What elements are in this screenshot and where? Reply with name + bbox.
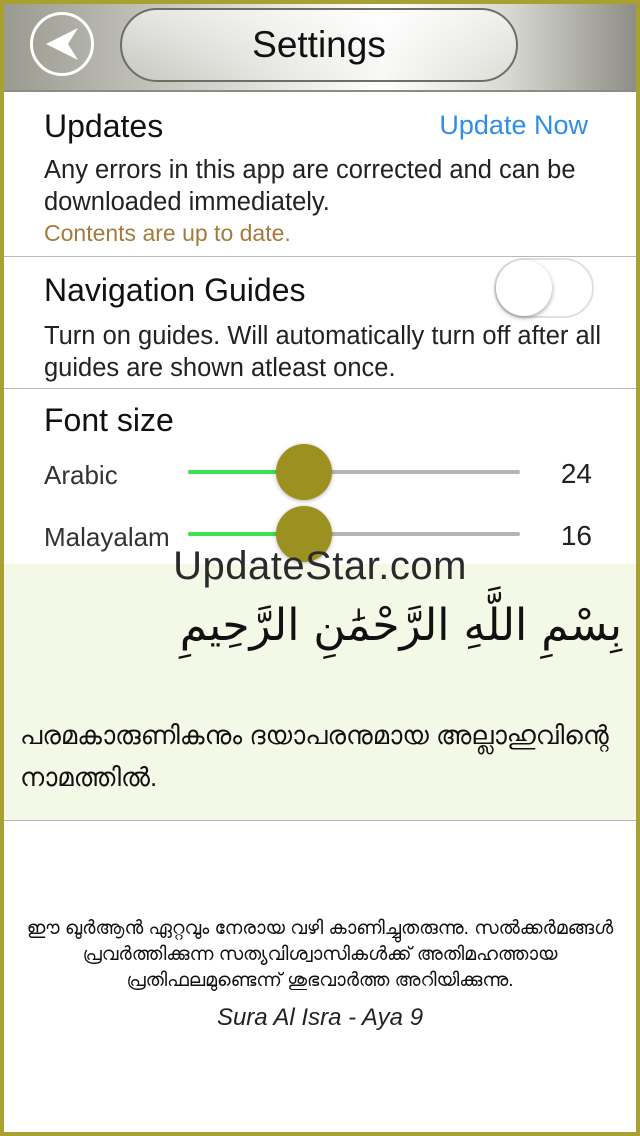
- font-size-title: Font size: [44, 402, 174, 438]
- updates-status: Contents are up to date.: [44, 220, 291, 246]
- page-title: Settings: [252, 24, 386, 65]
- malayalam-font-slider[interactable]: [188, 506, 520, 562]
- arabic-font-slider[interactable]: [188, 444, 520, 500]
- arabic-slider-label: Arabic: [44, 460, 118, 490]
- header-bar: Settings: [4, 4, 636, 92]
- back-arrow-icon: [46, 28, 78, 60]
- arabic-preview-text: بِسْمِ اللَّهِ الرَّحْمَٰنِ الرَّحِيمِ: [179, 600, 622, 651]
- font-preview-panel: بِسْمِ اللَّهِ الرَّحْمَٰنِ الرَّحِيمِ പ…: [4, 564, 636, 821]
- arabic-font-value: 24: [560, 458, 592, 489]
- navigation-guides-toggle[interactable]: [494, 258, 594, 318]
- footer-quote: ഈ ഖുർആൻ ഏറ്റവും നേരായ വഴി കാണിച്ചുതരുന്ന…: [26, 918, 614, 991]
- navigation-guides-description: Turn on guides. Will automatically turn …: [44, 322, 602, 382]
- arabic-slider-thumb[interactable]: [276, 444, 333, 500]
- watermark: UpdateStar.com: [173, 544, 467, 588]
- malayalam-preview-text: പരമകാരുണികനും ദയാപരനുമായ അല്ലാഹുവിന്റെ ന…: [20, 720, 609, 792]
- app-frame: Settings Updates Update Now Any errors i…: [4, 4, 636, 1132]
- footer-reference: Sura Al Isra - Aya 9: [216, 1004, 424, 1031]
- font-size-section: Font size Arabic 24 Malayalam 16: [4, 388, 636, 564]
- toggle-knob: [496, 260, 552, 316]
- navigation-guides-section: Navigation Guides Turn on guides. Will a…: [4, 256, 636, 389]
- updates-description: Any errors in this app are corrected and…: [44, 156, 576, 216]
- title-pill: Settings: [120, 8, 518, 82]
- updates-title: Updates: [44, 108, 164, 144]
- back-button[interactable]: [30, 12, 94, 76]
- navigation-guides-title: Navigation Guides: [44, 272, 306, 308]
- update-now-link[interactable]: Update Now: [439, 110, 588, 141]
- updates-section: Updates Update Now Any errors in this ap…: [4, 92, 636, 257]
